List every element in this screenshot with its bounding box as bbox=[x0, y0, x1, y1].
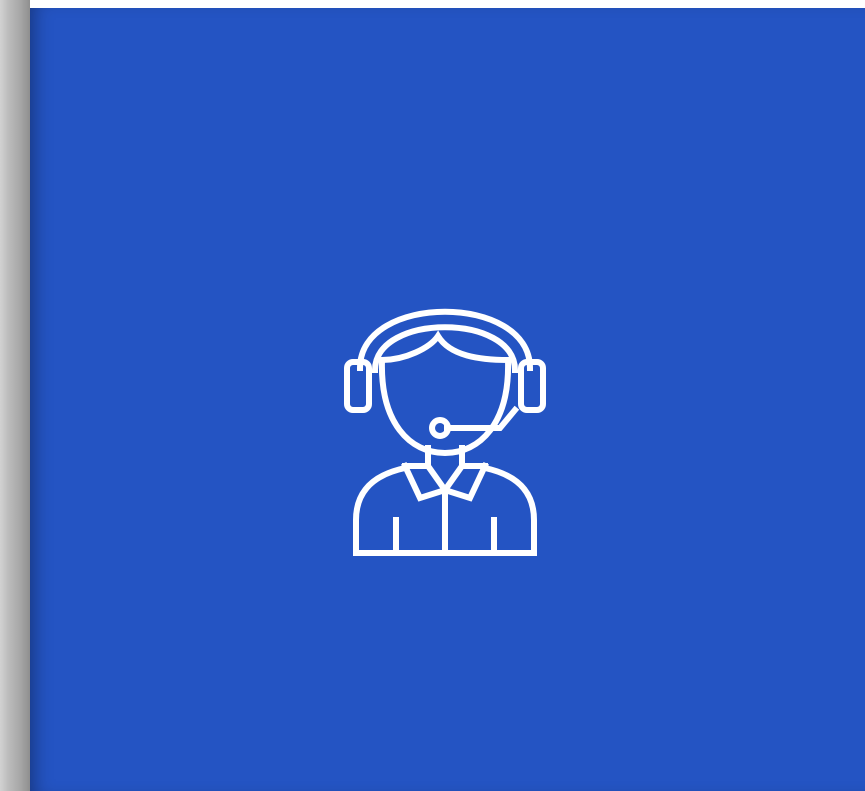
customer-support-agent-icon bbox=[320, 248, 570, 558]
left-edge-strip bbox=[0, 0, 30, 791]
support-tile[interactable] bbox=[30, 8, 865, 791]
screen bbox=[0, 0, 865, 791]
